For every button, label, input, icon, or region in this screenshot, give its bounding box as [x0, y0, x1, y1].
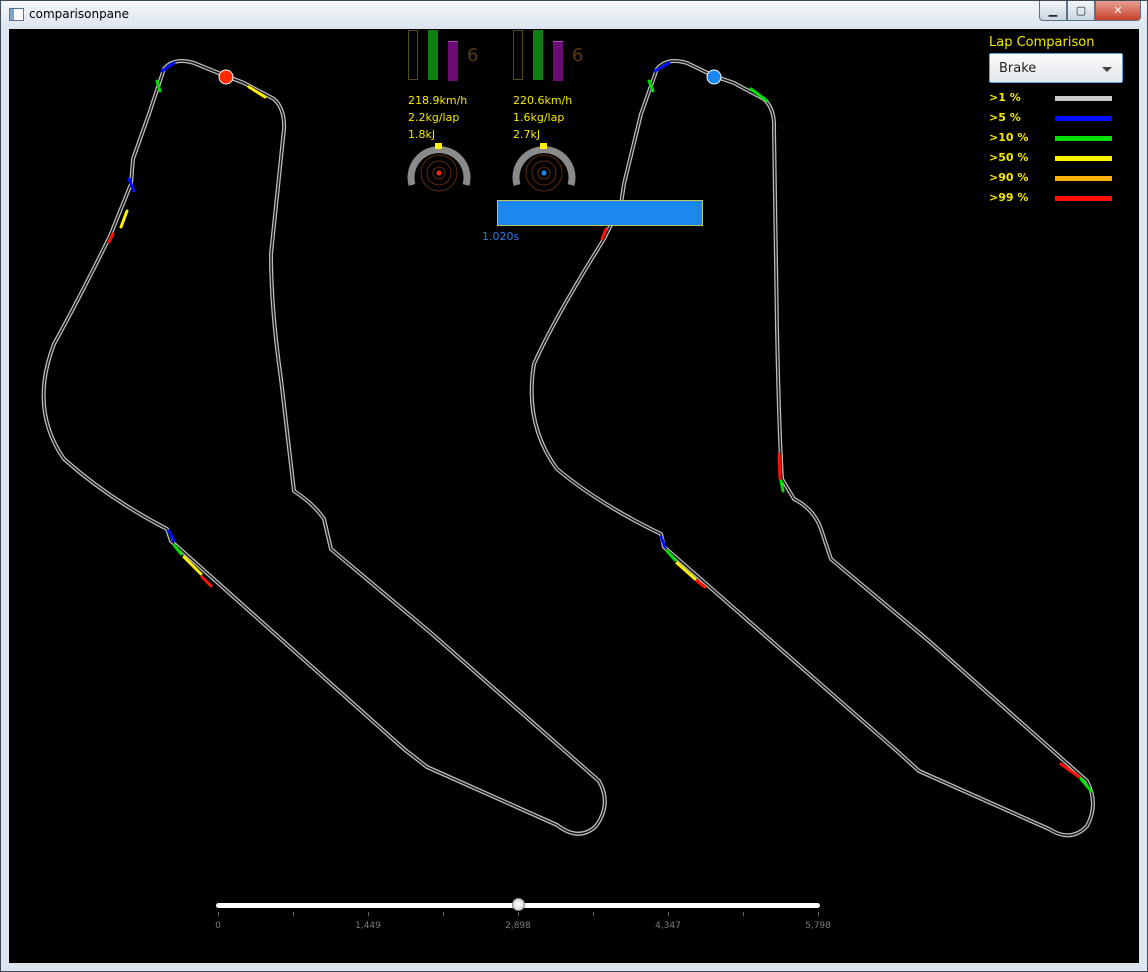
legend-item-label: >99 %	[989, 191, 1029, 204]
legend-color-swatch	[1055, 196, 1112, 201]
slider-tick	[368, 912, 369, 916]
car-stats-left: 218.9km/h 2.2kg/lap 1.8kJ	[408, 92, 467, 143]
chevron-down-icon	[1102, 67, 1112, 72]
brake-segment-right-5	[777, 452, 782, 481]
brake-gauge-left	[407, 143, 471, 192]
app-window: comparisonpane ▁ ▢ ✕ 6 218.9km/h 2.2kg/l…	[0, 0, 1148, 972]
track-inner-left	[42, 60, 606, 835]
legend-title: Lap Comparison	[989, 35, 1095, 50]
throttle-bar-right	[513, 30, 523, 80]
channel-dropdown[interactable]: Brake	[989, 53, 1123, 83]
close-button[interactable]: ✕	[1095, 1, 1141, 21]
legend-item-label: >90 %	[989, 171, 1029, 184]
legend-item-label: >10 %	[989, 131, 1029, 144]
slider-tick-label: 2,898	[505, 921, 531, 931]
legend-color-swatch	[1055, 116, 1112, 121]
energy-readout-right: 2.7kJ	[513, 128, 541, 141]
legend-color-swatch	[1055, 156, 1112, 161]
car-marker-left	[218, 69, 234, 85]
slider-tick-label: 0	[215, 921, 221, 931]
lap-distance-slider-thumb[interactable]	[511, 898, 525, 911]
brake-bar-right	[553, 41, 563, 81]
fuel-readout-right: 1.6kg/lap	[513, 111, 565, 124]
car-stats-right: 220.6km/h 1.6kg/lap 2.7kJ	[513, 92, 572, 143]
legend-item-label: >5 %	[989, 111, 1021, 124]
brake-bar-left	[448, 41, 458, 81]
brake-segment-left-10	[200, 575, 213, 588]
minimize-icon: ▁	[1048, 4, 1058, 17]
gear-indicator-left: 6	[467, 45, 479, 66]
speed-readout-left: 218.9km/h	[408, 94, 468, 107]
slider-tick	[818, 912, 819, 916]
title-bar[interactable]: comparisonpane ▁ ▢ ✕	[1, 1, 1147, 29]
slider-tick	[218, 912, 219, 916]
legend-color-swatch	[1055, 136, 1112, 141]
slider-tick	[593, 912, 594, 916]
close-icon: ✕	[1113, 4, 1123, 17]
slider-tick	[743, 912, 744, 916]
slider-tick-label: 1,449	[355, 921, 381, 931]
slider-tick	[668, 912, 669, 916]
legend-item: >90 %	[989, 171, 1119, 187]
comparison-pane: 6 218.9km/h 2.2kg/lap 1.8kJ 6 220.6km/h …	[9, 29, 1139, 963]
slider-tick	[293, 912, 294, 916]
legend-color-swatch	[1055, 176, 1112, 181]
legend-color-swatch	[1055, 96, 1112, 101]
minimize-button[interactable]: ▁	[1039, 1, 1067, 21]
channel-dropdown-value: Brake	[999, 61, 1037, 76]
time-delta-bar	[497, 200, 703, 226]
maximize-button[interactable]: ▢	[1067, 1, 1095, 21]
time-delta-label: 1.020s	[482, 230, 520, 243]
brake-segment-right-7	[659, 535, 667, 549]
legend-item-label: >1 %	[989, 91, 1021, 104]
brake-gauge-right	[512, 143, 576, 192]
legend-item-label: >50 %	[989, 151, 1029, 164]
slider-tick-label: 5,798	[805, 921, 831, 931]
energy-readout-left: 1.8kJ	[408, 128, 436, 141]
gear-indicator-right: 6	[572, 45, 584, 66]
slider-tick	[443, 912, 444, 916]
slider-tick-label: 4,347	[655, 921, 681, 931]
slider-tick	[518, 912, 519, 916]
brake-segment-left-5	[119, 209, 129, 229]
track-maps	[41, 59, 1095, 838]
maximize-icon: ▢	[1075, 4, 1087, 17]
rpm-bar-right	[533, 30, 543, 80]
legend-item: >10 %	[989, 131, 1119, 147]
track-map-left	[41, 59, 607, 836]
legend-item: >5 %	[989, 111, 1119, 127]
app-icon	[9, 8, 24, 21]
legend-item: >50 %	[989, 151, 1119, 167]
track-outline-left	[41, 59, 607, 836]
speed-readout-right: 220.6km/h	[513, 94, 573, 107]
throttle-bar-left	[408, 30, 418, 80]
fuel-readout-left: 2.2kg/lap	[408, 111, 460, 124]
legend-item: >99 %	[989, 191, 1119, 207]
rpm-bar-left	[428, 30, 438, 80]
window-title: comparisonpane	[29, 7, 130, 21]
brake-segment-right-6	[779, 479, 785, 493]
legend-item: >1 %	[989, 91, 1119, 107]
car-marker-right	[706, 69, 722, 85]
